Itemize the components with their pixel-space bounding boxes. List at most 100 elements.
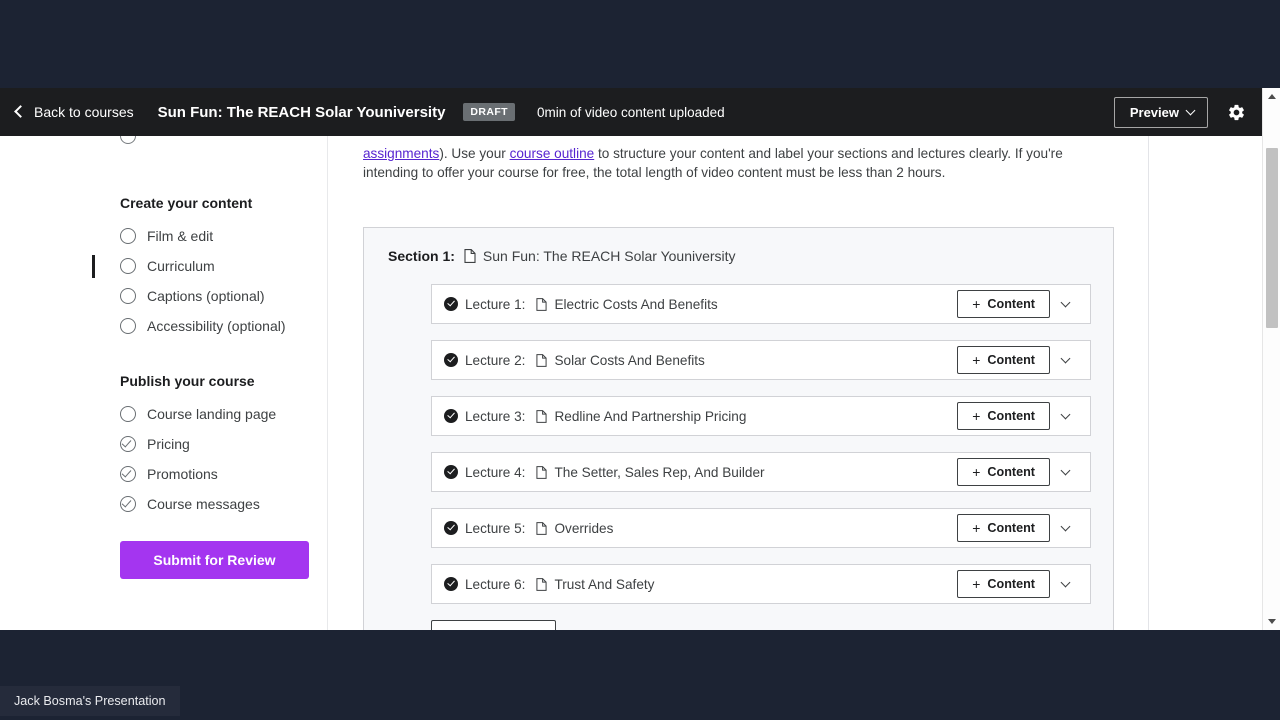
expand-lecture-button[interactable] — [1050, 346, 1080, 374]
add-content-button[interactable]: + Content — [957, 458, 1050, 486]
page-body: Create your content Film & edit Curricul… — [0, 136, 1262, 630]
settings-button[interactable] — [1224, 100, 1248, 124]
lecture-title: Overrides — [554, 520, 614, 536]
submit-for-review-button[interactable]: Submit for Review — [120, 541, 309, 579]
lecture-number: Lecture 6: — [465, 576, 526, 592]
active-step-indicator — [92, 255, 95, 278]
add-content-button[interactable]: + Content — [957, 346, 1050, 374]
intro-text-a: ). Use your — [439, 146, 510, 161]
expand-lecture-button[interactable] — [1050, 570, 1080, 598]
radio-icon — [120, 258, 136, 274]
sidebar-item-label: Promotions — [147, 466, 218, 482]
check-circle-icon — [120, 436, 136, 452]
lecture-title: Solar Costs And Benefits — [554, 352, 705, 368]
gear-icon — [1228, 104, 1244, 120]
chevron-down-icon — [1060, 409, 1070, 419]
sidebar-item-captions[interactable]: Captions (optional) — [120, 281, 327, 311]
plus-icon: + — [972, 351, 981, 368]
chevron-down-icon — [1060, 521, 1070, 531]
expand-lecture-button[interactable] — [1050, 402, 1080, 430]
taskbar-window-label: Jack Bosma's Presentation — [14, 694, 166, 708]
add-content-button[interactable]: + Content — [957, 290, 1050, 318]
document-icon — [536, 409, 548, 423]
lecture-number: Lecture 2: — [465, 352, 526, 368]
document-icon — [464, 249, 476, 263]
lecture-row[interactable]: Lecture 1: Electric Costs And Benefits +… — [431, 284, 1091, 324]
radio-icon — [120, 228, 136, 244]
lecture-info: Lecture 2: Solar Costs And Benefits — [444, 353, 705, 368]
add-content-label: Content — [987, 353, 1035, 367]
expand-lecture-button[interactable] — [1050, 458, 1080, 486]
lecture-number: Lecture 5: — [465, 520, 526, 536]
lecture-number: Lecture 4: — [465, 464, 526, 480]
sidebar-item-label: Accessibility (optional) — [147, 318, 286, 334]
preview-button[interactable]: Preview — [1113, 96, 1208, 128]
assignments-link[interactable]: assignments — [363, 146, 439, 161]
chevron-down-icon — [1060, 577, 1070, 587]
sidebar-item-course-landing-page[interactable]: Course landing page — [120, 399, 327, 429]
section-header[interactable]: Section 1: Sun Fun: The REACH Solar Youn… — [386, 248, 1091, 264]
lecture-row[interactable]: Lecture 5: Overrides + Content — [431, 508, 1091, 548]
course-outline-link[interactable]: course outline — [510, 146, 595, 161]
lecture-row[interactable]: Lecture 3: Redline And Partnership Prici… — [431, 396, 1091, 436]
sidebar-item-cutoff[interactable] — [120, 136, 151, 144]
add-curriculum-item-button[interactable] — [431, 620, 556, 630]
lecture-row[interactable]: Lecture 4: The Setter, Sales Rep, And Bu… — [431, 452, 1091, 492]
scroll-down-button[interactable] — [1263, 613, 1280, 630]
plus-icon: + — [972, 575, 981, 592]
sidebar-group-title: Create your content — [120, 195, 253, 211]
plus-icon: + — [972, 463, 981, 480]
lecture-title: Redline And Partnership Pricing — [554, 408, 747, 424]
radio-icon — [120, 406, 136, 422]
lecture-title: Electric Costs And Benefits — [554, 296, 718, 312]
lecture-row[interactable]: Lecture 6: Trust And Safety + Content — [431, 564, 1091, 604]
sidebar-item-promotions[interactable]: Promotions — [120, 459, 327, 489]
add-content-label: Content — [987, 577, 1035, 591]
course-steps-sidebar: Create your content Film & edit Curricul… — [0, 136, 328, 630]
lecture-number: Lecture 1: — [465, 296, 526, 312]
document-icon — [536, 353, 548, 367]
expand-lecture-button[interactable] — [1050, 514, 1080, 542]
letterbox-bottom — [0, 630, 1280, 720]
back-to-courses-link[interactable]: Back to courses — [14, 104, 134, 120]
section-label: Section 1: — [388, 248, 455, 264]
plus-icon: + — [972, 295, 981, 312]
check-circle-icon — [444, 521, 458, 535]
radio-icon — [120, 288, 136, 304]
lecture-info: Lecture 4: The Setter, Sales Rep, And Bu… — [444, 465, 765, 480]
page-scrollbar[interactable] — [1262, 88, 1280, 630]
sidebar-item-label: Curriculum — [147, 258, 215, 274]
lecture-info: Lecture 1: Electric Costs And Benefits — [444, 297, 718, 312]
letterbox-top — [0, 0, 1280, 88]
add-content-button[interactable]: + Content — [957, 402, 1050, 430]
check-circle-icon — [444, 465, 458, 479]
radio-icon — [120, 136, 136, 144]
add-content-button[interactable]: + Content — [957, 570, 1050, 598]
add-content-button[interactable]: + Content — [957, 514, 1050, 542]
add-content-label: Content — [987, 521, 1035, 535]
lecture-row[interactable]: Lecture 2: Solar Costs And Benefits + Co… — [431, 340, 1091, 380]
expand-lecture-button[interactable] — [1050, 290, 1080, 318]
lecture-title: Trust And Safety — [554, 576, 655, 592]
plus-icon: + — [972, 407, 981, 424]
back-to-courses-label: Back to courses — [34, 104, 134, 120]
lecture-info: Lecture 3: Redline And Partnership Prici… — [444, 409, 746, 424]
check-circle-icon — [120, 496, 136, 512]
add-content-label: Content — [987, 465, 1035, 479]
scrollbar-thumb[interactable] — [1266, 148, 1278, 328]
sidebar-item-film-edit[interactable]: Film & edit — [120, 221, 327, 251]
sidebar-item-label: Pricing — [147, 436, 190, 452]
scroll-up-button[interactable] — [1263, 88, 1280, 105]
lecture-title: The Setter, Sales Rep, And Builder — [554, 464, 765, 480]
preview-button-label: Preview — [1129, 104, 1179, 120]
screen: Back to courses Sun Fun: The REACH Solar… — [0, 0, 1280, 720]
document-icon — [536, 465, 548, 479]
check-circle-icon — [444, 353, 458, 367]
sidebar-item-accessibility[interactable]: Accessibility (optional) — [120, 311, 327, 341]
lecture-info: Lecture 6: Trust And Safety — [444, 577, 654, 592]
taskbar-window-button[interactable]: Jack Bosma's Presentation — [0, 686, 180, 716]
document-icon — [536, 577, 548, 591]
sidebar-item-pricing[interactable]: Pricing — [120, 429, 327, 459]
sidebar-item-curriculum[interactable]: Curriculum — [92, 251, 327, 281]
sidebar-item-course-messages[interactable]: Course messages — [120, 489, 327, 519]
